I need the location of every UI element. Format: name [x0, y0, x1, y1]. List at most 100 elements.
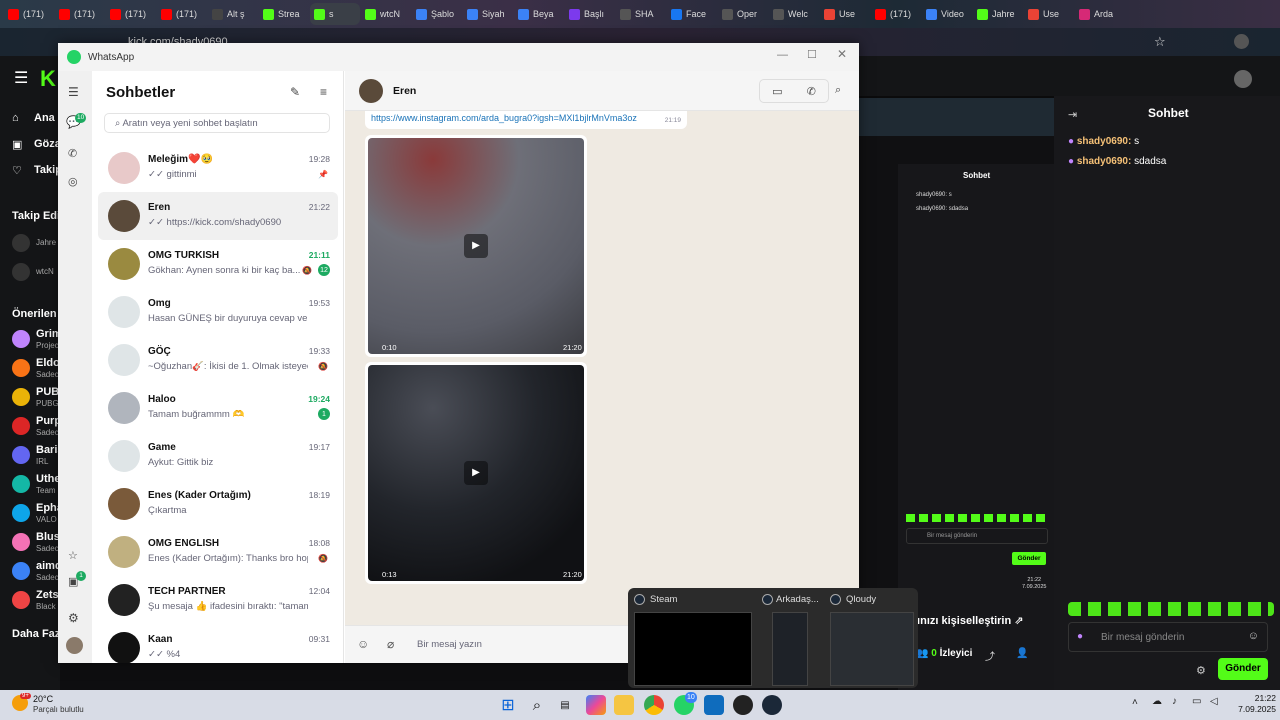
browser-tab[interactable]: Şablo	[412, 3, 462, 25]
browser-tab[interactable]: Use	[820, 3, 870, 25]
browser-tab[interactable]: Use	[1024, 3, 1074, 25]
call-button-group[interactable]: ▭ ✆	[759, 79, 829, 103]
channel-avatar[interactable]	[12, 475, 30, 493]
channel-avatar[interactable]	[12, 533, 30, 551]
browser-tab[interactable]: (171)	[871, 3, 921, 25]
channel-avatar[interactable]	[12, 359, 30, 377]
emoji-icon[interactable]: ☺	[1248, 630, 1259, 642]
search-taskbar-icon[interactable]: ⌕	[527, 695, 547, 715]
kick-logo[interactable]: K	[40, 66, 56, 92]
chat-row[interactable]: OMG ENGLISH Enes (Kader Ortağım): Thanks …	[98, 528, 338, 576]
taskview-icon[interactable]: ▤	[555, 695, 575, 715]
preview-steam[interactable]: Steam	[628, 588, 756, 688]
tray-chevron-icon[interactable]: ˄	[1132, 697, 1138, 708]
filter-icon[interactable]: ≡	[320, 85, 327, 99]
chat-row[interactable]: OMG TURKISH Gökhan: Aynen sonra ki bir ka…	[98, 240, 338, 288]
browser-tab[interactable]: wtcN	[361, 3, 411, 25]
chat-username[interactable]: shady0690:	[1077, 136, 1131, 147]
browser-tab[interactable]: (171)	[106, 3, 156, 25]
browser-tab[interactable]: s	[310, 3, 360, 25]
browser-tab[interactable]: Welc	[769, 3, 819, 25]
display-icon[interactable]: ▭	[1192, 696, 1201, 707]
calls-icon[interactable]: ✆	[68, 147, 77, 160]
browser-tab[interactable]: Başlı	[565, 3, 615, 25]
channel-avatar[interactable]	[12, 417, 30, 435]
file-explorer-icon[interactable]	[614, 695, 634, 715]
emoji-icon[interactable]: ☺	[357, 637, 369, 651]
channel-avatar[interactable]	[12, 591, 30, 609]
profile-avatar-small[interactable]	[66, 637, 83, 654]
search-input[interactable]: ⌕ Aratın veya yeni sohbet başlatın	[104, 113, 330, 133]
contact-avatar[interactable]	[359, 79, 383, 103]
play-button-icon[interactable]: ▶	[464, 461, 488, 485]
browser-tab[interactable]: Arda	[1075, 3, 1125, 25]
browser-tab[interactable]: Face	[667, 3, 717, 25]
browser-tab[interactable]: (171)	[55, 3, 105, 25]
channel-avatar[interactable]	[12, 562, 30, 580]
profile-avatar[interactable]	[1234, 34, 1249, 49]
menu-icon[interactable]: ☰	[14, 68, 28, 88]
chat-username[interactable]: shady0690:	[1077, 156, 1131, 167]
attach-icon[interactable]: ⌀	[387, 637, 394, 651]
hamburger-menu-icon[interactable]: ☰	[68, 85, 79, 99]
volume-icon[interactable]: ◁	[1210, 696, 1218, 707]
chat-row[interactable]: Game Aykut: Gittik biz 19:17	[98, 432, 338, 480]
chat-row[interactable]: TECH PARTNER Şu mesaja 👍 ifadesini bırakt…	[98, 576, 338, 624]
copilot-icon[interactable]	[586, 695, 606, 715]
settings-icon[interactable]: ⚙	[68, 611, 79, 625]
obs-icon[interactable]	[733, 695, 753, 715]
channel-avatar[interactable]	[12, 330, 30, 348]
status-icon[interactable]: ◎	[68, 175, 78, 188]
chat-row[interactable]: Meleğim❤️🥹 ✓✓ gittinmi 19:28 📌	[98, 144, 338, 192]
browser-tab[interactable]: (171)	[4, 3, 54, 25]
browser-tab[interactable]: Video	[922, 3, 972, 25]
message-input[interactable]: Bir mesaj yazın	[417, 639, 482, 650]
browser-tab[interactable]: SHA	[616, 3, 666, 25]
home-icon[interactable]: ⌂	[12, 112, 19, 124]
chat-row[interactable]: Haloo Tamam buğrammm 🫶 19:24 1	[98, 384, 338, 432]
minimize-button[interactable]: —	[777, 49, 788, 61]
browser-tab[interactable]: Oper	[718, 3, 768, 25]
video-message[interactable]: ▶ 0:10 21:20	[365, 135, 587, 357]
customize-banner[interactable]: lınızı kişiselleştirin ⇗	[914, 608, 1034, 634]
channel-avatar[interactable]	[12, 446, 30, 464]
heart-icon[interactable]: ♡	[12, 164, 22, 177]
app-icon[interactable]	[704, 695, 724, 715]
instagram-link[interactable]: https://www.instagram.com/arda_bugra0?ig…	[371, 113, 637, 123]
kick-nav-item[interactable]: Ana	[34, 112, 55, 124]
browser-tab[interactable]: Beya	[514, 3, 564, 25]
settings-gear-icon[interactable]: ⚙	[1196, 664, 1206, 677]
add-friend-icon[interactable]: 👤	[1016, 648, 1028, 659]
preview-friends[interactable]: Arkadaş...	[760, 588, 824, 688]
chrome-icon[interactable]	[644, 695, 664, 715]
chat-row[interactable]: GÖÇ ~Oğuzhan🎸: İkisi de 1. Olmak isteyec.…	[98, 336, 338, 384]
channel-avatar[interactable]	[12, 234, 30, 252]
channel-avatar[interactable]	[12, 388, 30, 406]
bookmark-star-icon[interactable]: ☆	[1154, 34, 1166, 50]
chat-row[interactable]: Omg Hasan GÜNEŞ bir duyuruya cevap verdi 1…	[98, 288, 338, 336]
chat-row[interactable]: Kaan ✓✓ %4 09:31	[98, 624, 338, 663]
chat-collapse-icon[interactable]: ⇥	[1068, 108, 1077, 121]
starred-icon[interactable]: ☆	[68, 549, 78, 562]
network-icon[interactable]: ☁	[1152, 696, 1162, 707]
search-chat-icon[interactable]: ⌕	[835, 84, 841, 97]
chat-row[interactable]: Enes (Kader Ortağım) Çıkartma 18:19	[98, 480, 338, 528]
user-avatar[interactable]	[1234, 70, 1252, 88]
mic-tray-icon[interactable]: ♪	[1172, 696, 1177, 707]
close-button[interactable]: ✕	[837, 47, 847, 61]
browser-tab[interactable]: Strea	[259, 3, 309, 25]
steam-taskbar-icon[interactable]	[762, 695, 782, 715]
contact-name[interactable]: Eren	[393, 85, 416, 97]
browser-tab[interactable]: (171)	[157, 3, 207, 25]
browser-tab[interactable]: Jahre	[973, 3, 1023, 25]
kick-nav-item[interactable]: Göza	[34, 138, 61, 150]
chat-message-input[interactable]: ● Bir mesaj gönderin ☺	[1068, 622, 1268, 652]
preview-qloudy[interactable]: Qloudy	[826, 588, 916, 688]
browse-icon[interactable]: ▣	[12, 138, 22, 151]
voice-call-icon[interactable]: ✆	[807, 85, 816, 98]
chat-row[interactable]: Eren ✓✓ https://kick.com/shady0690 21:22	[98, 192, 338, 240]
video-call-icon[interactable]: ▭	[772, 85, 782, 98]
maximize-button[interactable]: ☐	[807, 48, 817, 61]
channel-avatar[interactable]	[12, 504, 30, 522]
new-chat-icon[interactable]: ✎	[290, 85, 300, 99]
